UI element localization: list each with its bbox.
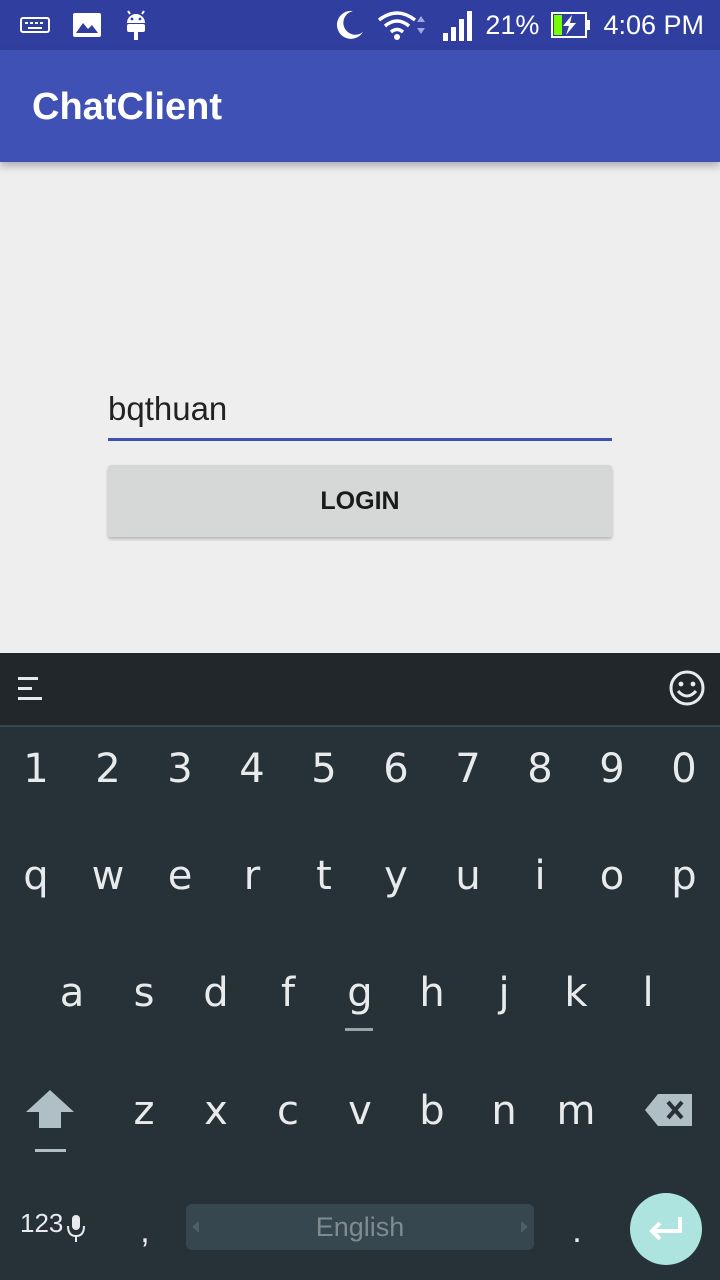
emoji-icon[interactable] [668,669,706,707]
symbols-key-label: 123 [20,1208,64,1238]
letter-row-2: a s d f g h j k l [0,963,720,1023]
key-b[interactable]: b [396,1081,468,1141]
shift-icon[interactable] [24,1088,76,1154]
key-h[interactable]: h [396,963,468,1023]
key-7[interactable]: 7 [432,739,504,799]
letter-row-3: z x c v b n m [0,1081,720,1141]
key-9[interactable]: 9 [576,739,648,799]
key-l[interactable]: l [612,963,684,1023]
android-icon [127,10,145,40]
key-1[interactable]: 1 [0,739,72,799]
backspace-icon[interactable] [644,1092,694,1128]
status-bar-left [20,8,148,42]
username-input[interactable]: bqthuan [108,380,612,441]
key-e[interactable]: e [144,846,216,906]
moon-icon [337,10,364,39]
key-w[interactable]: w [72,846,144,906]
key-2[interactable]: 2 [72,739,144,799]
status-bar-right: 21% 4:06 PM [331,8,704,42]
key-c[interactable]: c [252,1081,324,1141]
battery-percent: 21% [485,9,540,40]
keyboard-icon [20,17,50,33]
arrow-right-icon [521,1221,528,1233]
key-y[interactable]: y [360,846,432,906]
key-k[interactable]: k [540,963,612,1023]
key-z[interactable]: z [108,1081,180,1141]
period-key[interactable]: . [562,1212,592,1251]
comma-key[interactable]: , [130,1212,160,1251]
key-v[interactable]: v [324,1081,396,1141]
key-o[interactable]: o [576,846,648,906]
enter-key[interactable] [630,1193,702,1265]
key-n[interactable]: n [468,1081,540,1141]
username-value: bqthuan [108,390,228,427]
key-d[interactable]: d [180,963,252,1023]
arrow-left-icon [192,1221,199,1233]
app-title: ChatClient [32,86,222,128]
key-u[interactable]: u [432,846,504,906]
key-8[interactable]: 8 [504,739,576,799]
space-language-label: English [315,1212,405,1242]
key-p[interactable]: p [648,846,720,906]
key-0[interactable]: 0 [648,739,720,799]
key-j[interactable]: j [468,963,540,1023]
login-button[interactable]: LOGIN [108,465,612,537]
mic-icon [67,1215,85,1242]
key-6[interactable]: 6 [360,739,432,799]
key-4[interactable]: 4 [216,739,288,799]
key-t[interactable]: t [288,846,360,906]
status-bar: 21% 4:06 PM [0,0,720,50]
app-bar: ChatClient [0,50,720,162]
key-q[interactable]: q [0,846,72,906]
clock: 4:06 PM [603,9,704,40]
key-m[interactable]: m [540,1081,612,1141]
g-key-indicator [345,1028,373,1031]
enter-icon [649,1217,682,1241]
menu-icon[interactable] [18,675,46,703]
key-3[interactable]: 3 [144,739,216,799]
key-s[interactable]: s [108,963,180,1023]
gallery-icon [73,13,101,37]
signal-icon [443,11,473,41]
key-a[interactable]: a [36,963,108,1023]
symbols-key[interactable]: 123 [20,1208,63,1239]
key-f[interactable]: f [252,963,324,1023]
number-row: 1 2 3 4 5 6 7 8 9 0 [0,739,720,799]
space-key[interactable]: English [186,1204,534,1250]
key-i[interactable]: i [504,846,576,906]
key-r[interactable]: r [216,846,288,906]
key-5[interactable]: 5 [288,739,360,799]
battery-charging-icon [551,12,591,38]
letter-row-1: q w e r t y u i o p [0,846,720,906]
key-g[interactable]: g [324,963,396,1023]
keyboard-toolbar [0,653,720,727]
key-x[interactable]: x [180,1081,252,1141]
wifi-icon [378,11,426,40]
